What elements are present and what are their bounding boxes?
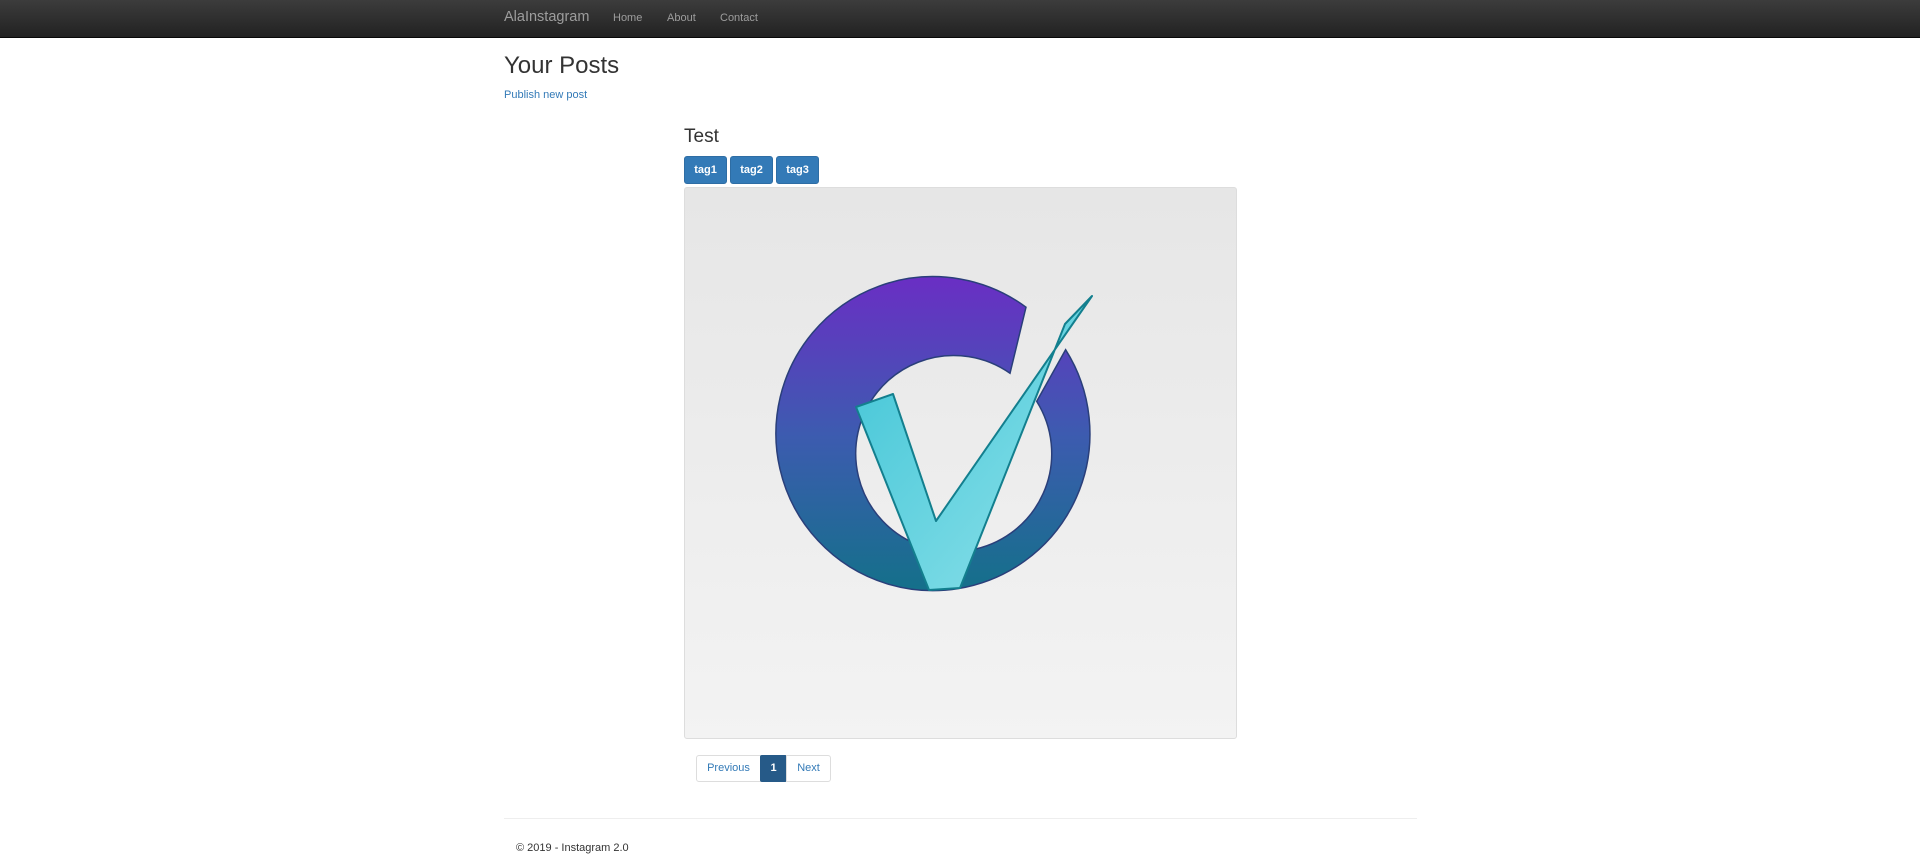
top-navbar: AlaInstagram Home About Contact [0,0,1920,38]
nav-home-link[interactable]: Home [613,12,642,24]
checkmark-circle-logo-icon [775,275,1093,592]
nav-about-link[interactable]: About [667,12,696,24]
tag-button-1[interactable]: tag1 [684,156,727,184]
footer-divider [504,818,1417,819]
footer-copyright: © 2019 - Instagram 2.0 [516,842,629,854]
post-title: Test [684,126,719,147]
post-image [684,187,1237,739]
publish-new-post-link[interactable]: Publish new post [504,89,587,101]
tag-button-3[interactable]: tag3 [776,156,819,184]
pagination-previous[interactable]: Previous [696,755,761,782]
nav-contact-link[interactable]: Contact [720,12,758,24]
pagination-page-1[interactable]: 1 [760,755,787,782]
brand-link[interactable]: AlaInstagram [504,9,589,25]
pagination-next[interactable]: Next [786,755,831,782]
tag-button-2[interactable]: tag2 [730,156,773,184]
page-title: Your Posts [504,52,620,79]
